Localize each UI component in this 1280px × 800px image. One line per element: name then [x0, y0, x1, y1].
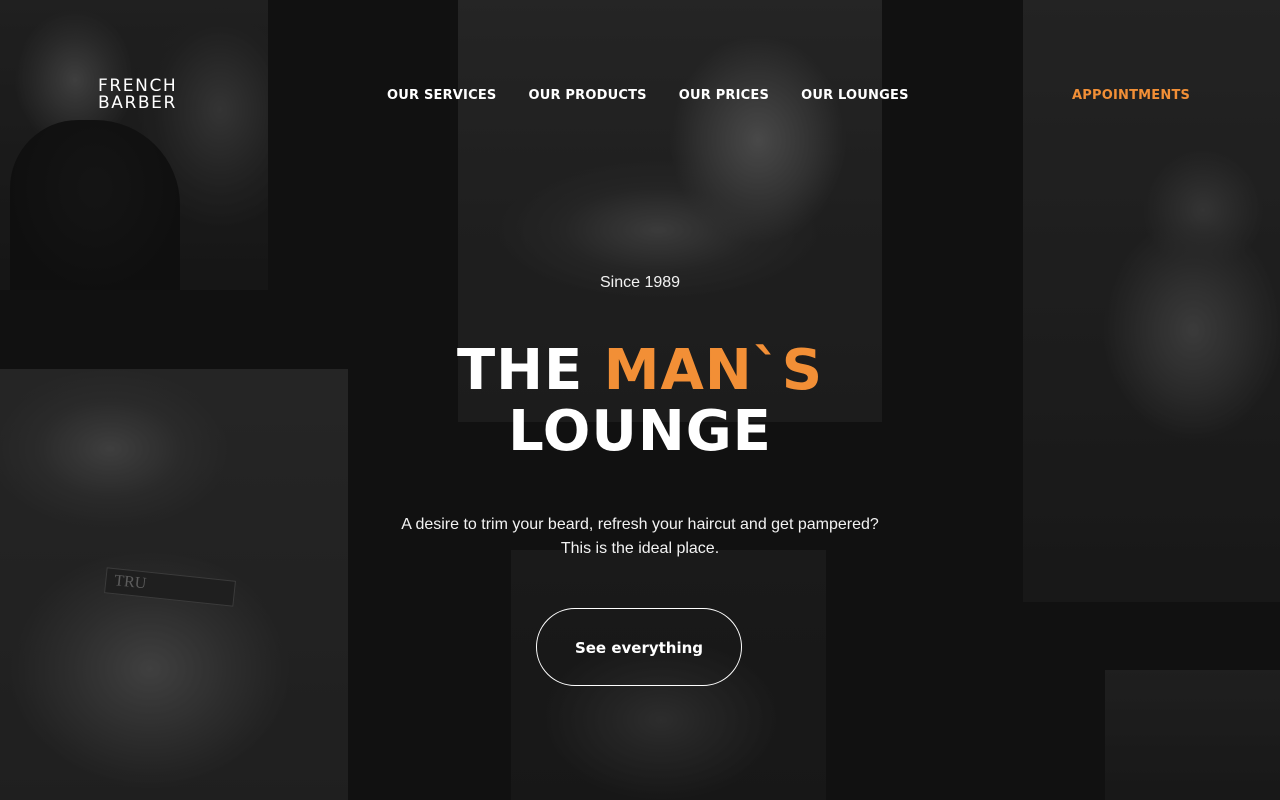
hero-description-line1: A desire to trim your beard, refresh you… — [401, 516, 879, 533]
see-everything-button[interactable]: See everything — [536, 608, 742, 686]
headline-part-mans: MAN`S — [603, 338, 824, 403]
nav-item-products[interactable]: OUR PRODUCTS — [528, 88, 646, 103]
nav-item-services[interactable]: OUR SERVICES — [387, 88, 496, 103]
brand-logo-line2: BARBER — [98, 93, 177, 113]
hero-description: A desire to trim your beard, refresh you… — [0, 513, 1280, 561]
main-nav: OUR SERVICES OUR PRODUCTS OUR PRICES OUR… — [387, 88, 941, 103]
since-label: Since 1989 — [599, 274, 681, 291]
brand-logo[interactable]: FRENCH BARBER — [98, 78, 177, 112]
nav-item-lounges[interactable]: OUR LOUNGES — [801, 88, 909, 103]
headline-part-lounge: LOUNGE — [508, 399, 772, 464]
nav-item-prices[interactable]: OUR PRICES — [679, 88, 769, 103]
headline-part-the: THE — [456, 338, 604, 403]
appointments-link[interactable]: APPOINTMENTS — [1072, 88, 1190, 103]
page: TRU FRENCH BARBER OUR SERVICES OUR PRODU… — [0, 0, 1280, 800]
hero-headline: THE MAN`S LOUNGE — [0, 340, 1280, 462]
hero-description-line2: This is the ideal place. — [560, 540, 720, 557]
